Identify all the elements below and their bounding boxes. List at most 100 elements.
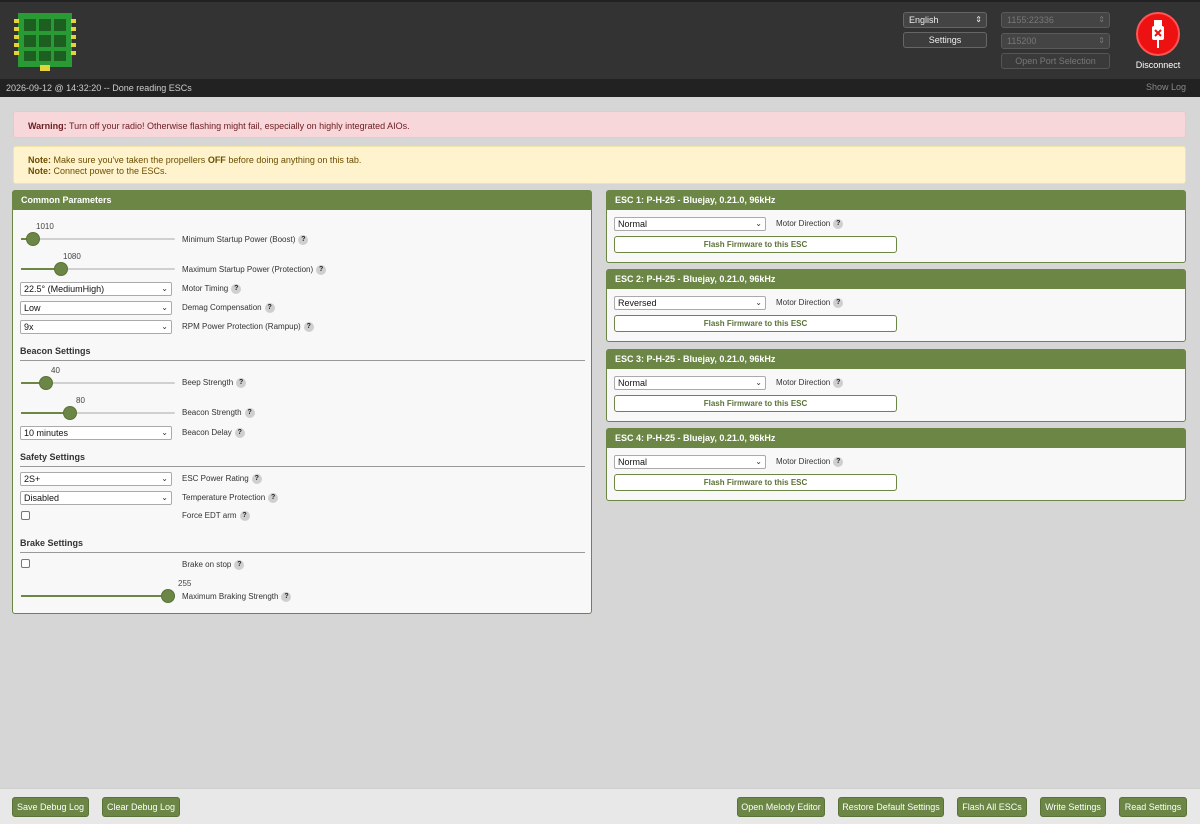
flash-esc-button[interactable]: Flash Firmware to this ESC	[614, 236, 897, 253]
language-select[interactable]: English ⇕	[903, 12, 987, 28]
slider-thumb[interactable]	[39, 376, 53, 390]
select-value: 9x	[24, 322, 34, 332]
help-icon[interactable]: ?	[231, 284, 242, 294]
slider-value: 1080	[63, 252, 81, 261]
max-startup-label: Maximum Startup Power (Protection)?	[182, 265, 327, 275]
min-startup-slider[interactable]	[21, 232, 175, 246]
motor-timing-select[interactable]: 22.5° (MediumHigh) ⌄	[20, 282, 172, 296]
open-melody-editor-button[interactable]: Open Melody Editor	[737, 797, 825, 817]
help-icon[interactable]: ?	[298, 235, 309, 245]
temp-protection-select[interactable]: Disabled ⌄	[20, 491, 172, 505]
slider-thumb[interactable]	[63, 406, 77, 420]
baud-value: 115200	[1007, 36, 1037, 46]
log-text: 2026-09-12 @ 14:32:20 -- Done reading ES…	[6, 83, 192, 93]
help-icon[interactable]: ?	[239, 511, 250, 521]
beacon-strength-slider[interactable]	[21, 406, 175, 420]
chevron-down-icon: ⌄	[161, 303, 168, 312]
esc-title: ESC 4: P-H-25 - Bluejay, 0.21.0, 96kHz	[607, 429, 1185, 448]
help-icon[interactable]: ?	[833, 457, 844, 467]
motor-direction-select[interactable]: Normal ⌄	[614, 455, 766, 469]
label-text: Force EDT arm	[182, 511, 237, 521]
note-line-1: Note: Make sure you've taken the propell…	[28, 155, 1171, 166]
label-text: RPM Power Protection (Rampup)	[182, 322, 301, 332]
motor-direction-label: Motor Direction?	[776, 457, 844, 467]
motor-timing-label: Motor Timing?	[182, 284, 242, 294]
max-braking-slider[interactable]	[21, 589, 175, 603]
select-value: Normal	[618, 457, 648, 467]
slider-thumb[interactable]	[54, 262, 68, 276]
settings-button[interactable]: Settings	[903, 32, 987, 48]
help-icon[interactable]: ?	[244, 408, 255, 418]
help-icon[interactable]: ?	[303, 322, 314, 332]
label-text: Beacon Delay	[182, 428, 232, 438]
rpm-protection-label: RPM Power Protection (Rampup)?	[182, 322, 314, 332]
language-value: English	[909, 15, 939, 25]
help-icon[interactable]: ?	[833, 298, 844, 308]
beep-strength-label: Beep Strength?	[182, 378, 247, 388]
flash-esc-button[interactable]: Flash Firmware to this ESC	[614, 315, 897, 332]
beacon-delay-select[interactable]: 10 minutes ⌄	[20, 426, 172, 440]
force-edt-checkbox[interactable]	[21, 511, 30, 520]
help-icon[interactable]: ?	[316, 265, 327, 275]
power-rating-select[interactable]: 2S+ ⌄	[20, 472, 172, 486]
port-select[interactable]: 1155:22336 ⇕	[1001, 12, 1110, 28]
label-text: Motor Direction	[776, 378, 831, 388]
max-startup-slider[interactable]	[21, 262, 175, 276]
clear-debug-log-button[interactable]: Clear Debug Log	[102, 797, 180, 817]
note-off: OFF	[207, 155, 226, 165]
help-icon[interactable]: ?	[234, 560, 245, 570]
disconnect-label: Disconnect	[1135, 60, 1181, 70]
open-port-selection-button[interactable]: Open Port Selection	[1001, 53, 1110, 69]
footer-toolbar: Save Debug Log Clear Debug Log Open Melo…	[0, 788, 1200, 824]
help-icon[interactable]: ?	[236, 378, 247, 388]
brake-on-stop-checkbox[interactable]	[21, 559, 30, 568]
slider-thumb[interactable]	[161, 589, 175, 603]
motor-direction-label: Motor Direction?	[776, 219, 844, 229]
chevron-down-icon: ⌄	[161, 474, 168, 483]
chevron-down-icon: ⌄	[161, 322, 168, 331]
section-divider	[20, 466, 585, 467]
help-icon[interactable]: ?	[234, 428, 245, 438]
read-settings-button[interactable]: Read Settings	[1119, 797, 1187, 817]
label-text: Motor Timing	[182, 284, 229, 294]
help-icon[interactable]: ?	[264, 303, 275, 313]
esc-4-panel: ESC 4: P-H-25 - Bluejay, 0.21.0, 96kHz N…	[606, 428, 1186, 501]
safety-settings-title: Safety Settings	[20, 452, 86, 462]
chevron-updown-icon: ⇕	[1098, 36, 1105, 45]
demag-select[interactable]: Low ⌄	[20, 301, 172, 315]
help-icon[interactable]: ?	[281, 592, 292, 602]
write-settings-button[interactable]: Write Settings	[1040, 797, 1106, 817]
beep-strength-slider[interactable]	[21, 376, 175, 390]
warning-alert: Warning: Turn off your radio! Otherwise …	[13, 111, 1186, 138]
show-log-link[interactable]: Show Log	[1146, 82, 1186, 92]
help-icon[interactable]: ?	[268, 493, 279, 503]
slider-thumb[interactable]	[26, 232, 40, 246]
demag-label: Demag Compensation?	[182, 303, 275, 313]
esc-board-icon	[14, 13, 76, 71]
disconnect-button[interactable]	[1136, 12, 1180, 56]
slider-value: 40	[51, 366, 60, 375]
flash-esc-button[interactable]: Flash Firmware to this ESC	[614, 474, 897, 491]
label-text: Temperature Protection	[182, 493, 266, 503]
section-divider	[20, 552, 585, 553]
save-debug-log-button[interactable]: Save Debug Log	[12, 797, 89, 817]
label-text: Brake on stop	[182, 560, 232, 570]
motor-direction-label: Motor Direction?	[776, 378, 844, 388]
baud-select[interactable]: 115200 ⇕	[1001, 33, 1110, 49]
esc-3-panel: ESC 3: P-H-25 - Bluejay, 0.21.0, 96kHz N…	[606, 349, 1186, 422]
motor-direction-select[interactable]: Normal ⌄	[614, 217, 766, 231]
flash-all-escs-button[interactable]: Flash All ESCs	[957, 797, 1027, 817]
help-icon[interactable]: ?	[251, 474, 262, 484]
motor-direction-select[interactable]: Normal ⌄	[614, 376, 766, 390]
motor-direction-label: Motor Direction?	[776, 298, 844, 308]
restore-default-settings-button[interactable]: Restore Default Settings	[838, 797, 944, 817]
rpm-protection-select[interactable]: 9x ⌄	[20, 320, 172, 334]
help-icon[interactable]: ?	[833, 378, 844, 388]
flash-esc-button[interactable]: Flash Firmware to this ESC	[614, 395, 897, 412]
note-text: Make sure you've taken the propellers	[51, 155, 208, 165]
label-text: ESC Power Rating	[182, 474, 249, 484]
temp-protection-label: Temperature Protection?	[182, 493, 279, 503]
motor-direction-select[interactable]: Reversed ⌄	[614, 296, 766, 310]
label-text: Minimum Startup Power (Boost)	[182, 235, 296, 245]
help-icon[interactable]: ?	[833, 219, 844, 229]
